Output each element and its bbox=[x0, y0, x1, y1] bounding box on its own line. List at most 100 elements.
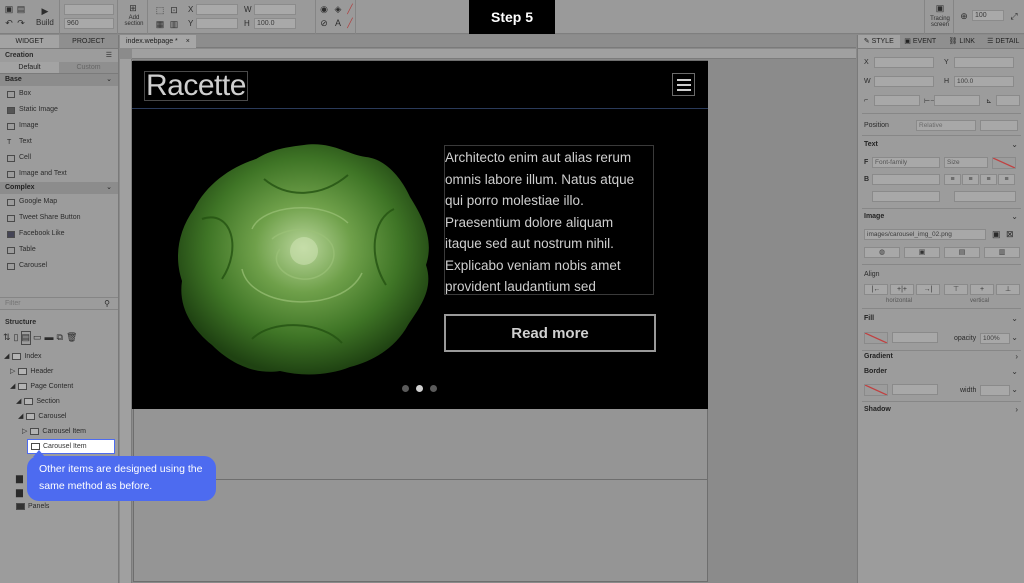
text-color-swatch[interactable] bbox=[992, 157, 1016, 169]
chevron-right-icon[interactable]: › bbox=[1015, 405, 1018, 414]
align-justify-icon[interactable]: ≡ bbox=[998, 174, 1015, 185]
page-icon[interactable]: ▯ bbox=[14, 332, 19, 344]
subtab-custom[interactable]: Custom bbox=[59, 62, 118, 73]
eye-icon[interactable]: ◉ bbox=[318, 4, 330, 14]
font-weight-select[interactable] bbox=[872, 174, 940, 185]
carousel-dot[interactable] bbox=[430, 385, 437, 392]
base-section-header[interactable]: Base ⌄ bbox=[0, 74, 118, 86]
widget-image[interactable]: Image bbox=[0, 118, 118, 134]
widget-tweet-share[interactable]: Tweet Share Button bbox=[0, 210, 118, 226]
zoom-icon[interactable]: ⊕ bbox=[958, 11, 970, 21]
carousel-body-text[interactable]: Architecto enim aut alias rerum omnis la… bbox=[444, 145, 654, 295]
chevron-down-icon[interactable]: ⌄ bbox=[1011, 212, 1018, 221]
image-fill-icon[interactable]: ▣ bbox=[904, 247, 940, 258]
tree-item-header[interactable]: ▷ Header bbox=[0, 364, 118, 379]
carousel-preview[interactable]: Racette Architecto enim aut alias rerum … bbox=[132, 61, 708, 409]
chevron-down-icon[interactable]: ⌄ bbox=[1011, 314, 1018, 323]
no-color-icon[interactable]: ╱ bbox=[344, 4, 356, 14]
tree-item-carousel-item-1[interactable]: ▷ Carousel Item bbox=[0, 424, 118, 439]
image-stretch-icon[interactable]: ▥ bbox=[984, 247, 1020, 258]
x-field[interactable] bbox=[874, 57, 934, 68]
bold-icon[interactable]: B bbox=[864, 176, 869, 183]
add-section-icon[interactable]: ⊞ bbox=[127, 3, 139, 13]
widget-static-image[interactable]: Static Image bbox=[0, 102, 118, 118]
widget-facebook-like[interactable]: Facebook Like bbox=[0, 226, 118, 242]
guide-icon[interactable]: ▥ bbox=[168, 19, 180, 29]
tree-item-section[interactable]: ◢ Section bbox=[0, 394, 118, 409]
expand-icon[interactable]: ◢ bbox=[16, 394, 21, 409]
gradient-section-title[interactable]: Gradient bbox=[864, 353, 893, 360]
color-fill-icon[interactable]: ◈ bbox=[332, 4, 344, 14]
collapse-icon[interactable]: ▷ bbox=[22, 424, 27, 439]
radius-field[interactable] bbox=[874, 95, 920, 106]
y-field[interactable] bbox=[196, 18, 238, 29]
device-select[interactable] bbox=[64, 4, 114, 15]
delete-icon[interactable]: 🗑 bbox=[66, 332, 77, 344]
tab-event[interactable]: ▣ EVENT bbox=[900, 35, 942, 48]
align-center-icon[interactable]: ≡ bbox=[962, 174, 979, 185]
add-section-label[interactable]: Add section bbox=[122, 15, 146, 27]
chevron-down-icon[interactable]: ⌄ bbox=[1011, 367, 1018, 376]
zoom-field[interactable]: 100 bbox=[972, 10, 1004, 21]
widget-box[interactable]: Box bbox=[0, 86, 118, 102]
tree-item-panels[interactable]: Panels bbox=[16, 499, 49, 514]
crop-icon[interactable]: ⊡ bbox=[168, 5, 180, 15]
x-field[interactable] bbox=[196, 4, 238, 15]
image-repeat-icon[interactable]: ▤ bbox=[944, 247, 980, 258]
expand-icon[interactable]: ◢ bbox=[4, 349, 9, 364]
subtab-default[interactable]: Default bbox=[0, 62, 59, 73]
tab-link[interactable]: ⛓ LINK bbox=[941, 35, 983, 48]
build-label[interactable]: Build bbox=[36, 18, 54, 27]
text-color-icon[interactable]: A bbox=[332, 18, 344, 28]
align-h-right-icon[interactable]: →| bbox=[916, 284, 940, 295]
opacity-field[interactable]: 100% bbox=[980, 333, 1010, 344]
tracing-label[interactable]: Tracing screen bbox=[927, 16, 953, 28]
width-select[interactable]: 960 bbox=[64, 18, 114, 29]
spacing-field[interactable] bbox=[934, 95, 980, 106]
widget-google-map[interactable]: Google Map bbox=[0, 194, 118, 210]
complex-section-header[interactable]: Complex ⌄ bbox=[0, 182, 118, 194]
chevron-down-icon[interactable]: ⌄ bbox=[1011, 333, 1018, 342]
image-fit-icon[interactable]: ◍ bbox=[864, 247, 900, 258]
w-field[interactable] bbox=[254, 4, 296, 15]
undo-icon[interactable]: ↶ bbox=[3, 18, 15, 28]
footer-icon[interactable]: ▬ bbox=[45, 332, 54, 344]
save-all-icon[interactable]: ▤ bbox=[15, 4, 27, 14]
h-field[interactable]: 100.0 bbox=[254, 18, 296, 29]
shadow-section-title[interactable]: Shadow bbox=[864, 406, 891, 413]
baseline-field[interactable] bbox=[996, 95, 1020, 106]
align-v-top-icon[interactable]: ⊤ bbox=[944, 284, 968, 295]
letter-spacing-field[interactable] bbox=[954, 191, 1016, 202]
fill-color-swatch[interactable] bbox=[864, 332, 888, 344]
tracing-icon[interactable]: ▣ bbox=[934, 3, 946, 13]
tab-style[interactable]: ✎ STYLE bbox=[858, 35, 900, 48]
tab-widget[interactable]: WIDGET bbox=[0, 35, 59, 48]
line-height-field[interactable] bbox=[872, 191, 940, 202]
fill-color-field[interactable] bbox=[892, 332, 938, 343]
header-icon[interactable]: ▭ bbox=[33, 332, 42, 344]
hide-icon[interactable]: ⊘ bbox=[318, 18, 330, 28]
list-view-icon[interactable]: ☰ bbox=[106, 49, 112, 62]
collapse-icon[interactable]: ▷ bbox=[10, 364, 15, 379]
select-icon[interactable]: ⬚ bbox=[154, 5, 166, 15]
y-field[interactable] bbox=[954, 57, 1014, 68]
h-field[interactable]: 100.0 bbox=[954, 76, 1014, 87]
filter-input[interactable] bbox=[0, 298, 100, 309]
expand-icon[interactable]: ◢ bbox=[18, 409, 23, 424]
widget-cell[interactable]: Cell bbox=[0, 150, 118, 166]
grid-icon[interactable]: ▦ bbox=[154, 19, 166, 29]
section-icon[interactable]: ▤ bbox=[20, 331, 31, 345]
border-color-field[interactable] bbox=[892, 384, 938, 395]
border-width-field[interactable] bbox=[980, 385, 1010, 396]
align-h-center-icon[interactable]: +|+ bbox=[890, 284, 914, 295]
expand-icon[interactable]: ◢ bbox=[10, 379, 15, 394]
chevron-right-icon[interactable]: › bbox=[1015, 352, 1018, 361]
widget-text[interactable]: T Text bbox=[0, 134, 118, 150]
chevron-down-icon[interactable]: ⌄ bbox=[1011, 385, 1018, 394]
carousel-dot[interactable] bbox=[402, 385, 409, 392]
hamburger-menu-icon[interactable] bbox=[672, 73, 695, 96]
w-field[interactable] bbox=[874, 76, 934, 87]
tab-index-webpage[interactable]: index.webpage * × bbox=[120, 35, 196, 48]
position-select[interactable]: Relative bbox=[916, 120, 976, 131]
image-path-field[interactable]: images/carousel_img_02.png bbox=[864, 229, 986, 240]
